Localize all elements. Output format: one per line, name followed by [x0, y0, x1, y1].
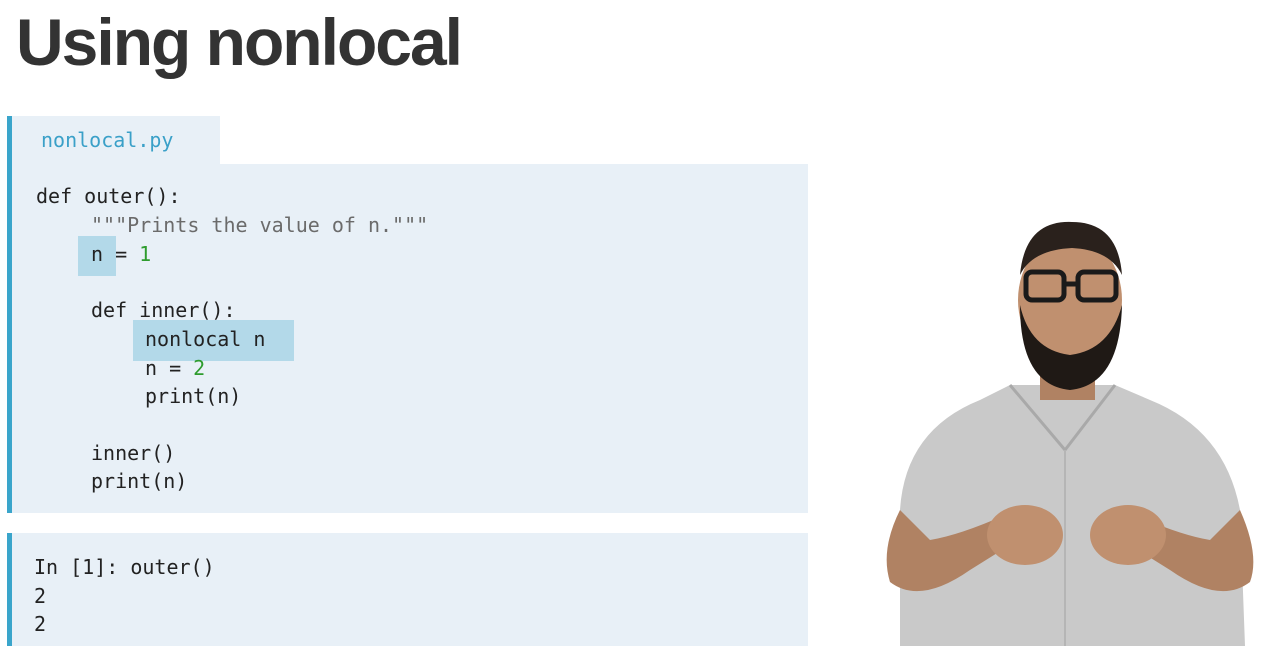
output-line-2: 2 [34, 612, 47, 636]
output-panel: In [1]: outer() 2 2 [7, 533, 808, 646]
output-prompt: In [1]: outer() [34, 555, 215, 579]
code-filename: nonlocal.py [41, 128, 174, 152]
code-var-n-inner: n = [145, 356, 194, 380]
presenter-left-hand [987, 505, 1063, 565]
code-panel: def outer(): """Prints the value of n.""… [7, 164, 808, 513]
code-line-docstring: """Prints the value of n.""" [91, 213, 429, 237]
code-line-call-inner: inner() [91, 441, 176, 465]
code-line-n-assign-inner: n = 2 [145, 356, 205, 380]
code-num-1: 1 [139, 242, 152, 266]
code-line-n-assign: n = 1 [91, 242, 151, 266]
code-op-equals: = [103, 242, 140, 266]
code-line-print-inner: print(n) [145, 384, 242, 408]
output-line-1: 2 [34, 584, 47, 608]
code-line-def-outer: def outer(): [36, 184, 181, 208]
code-line-print-outer: print(n) [91, 469, 188, 493]
code-var-n: n [91, 242, 104, 266]
presenter-shirt [900, 385, 1245, 646]
code-file-tab: nonlocal.py [7, 116, 220, 164]
code-num-2: 2 [193, 356, 206, 380]
presenter-right-hand [1090, 505, 1166, 565]
code-line-nonlocal: nonlocal n [145, 327, 266, 351]
slide-title: Using nonlocal [16, 5, 463, 79]
code-line-def-inner: def inner(): [91, 298, 236, 322]
presenter-video [886, 221, 1254, 646]
